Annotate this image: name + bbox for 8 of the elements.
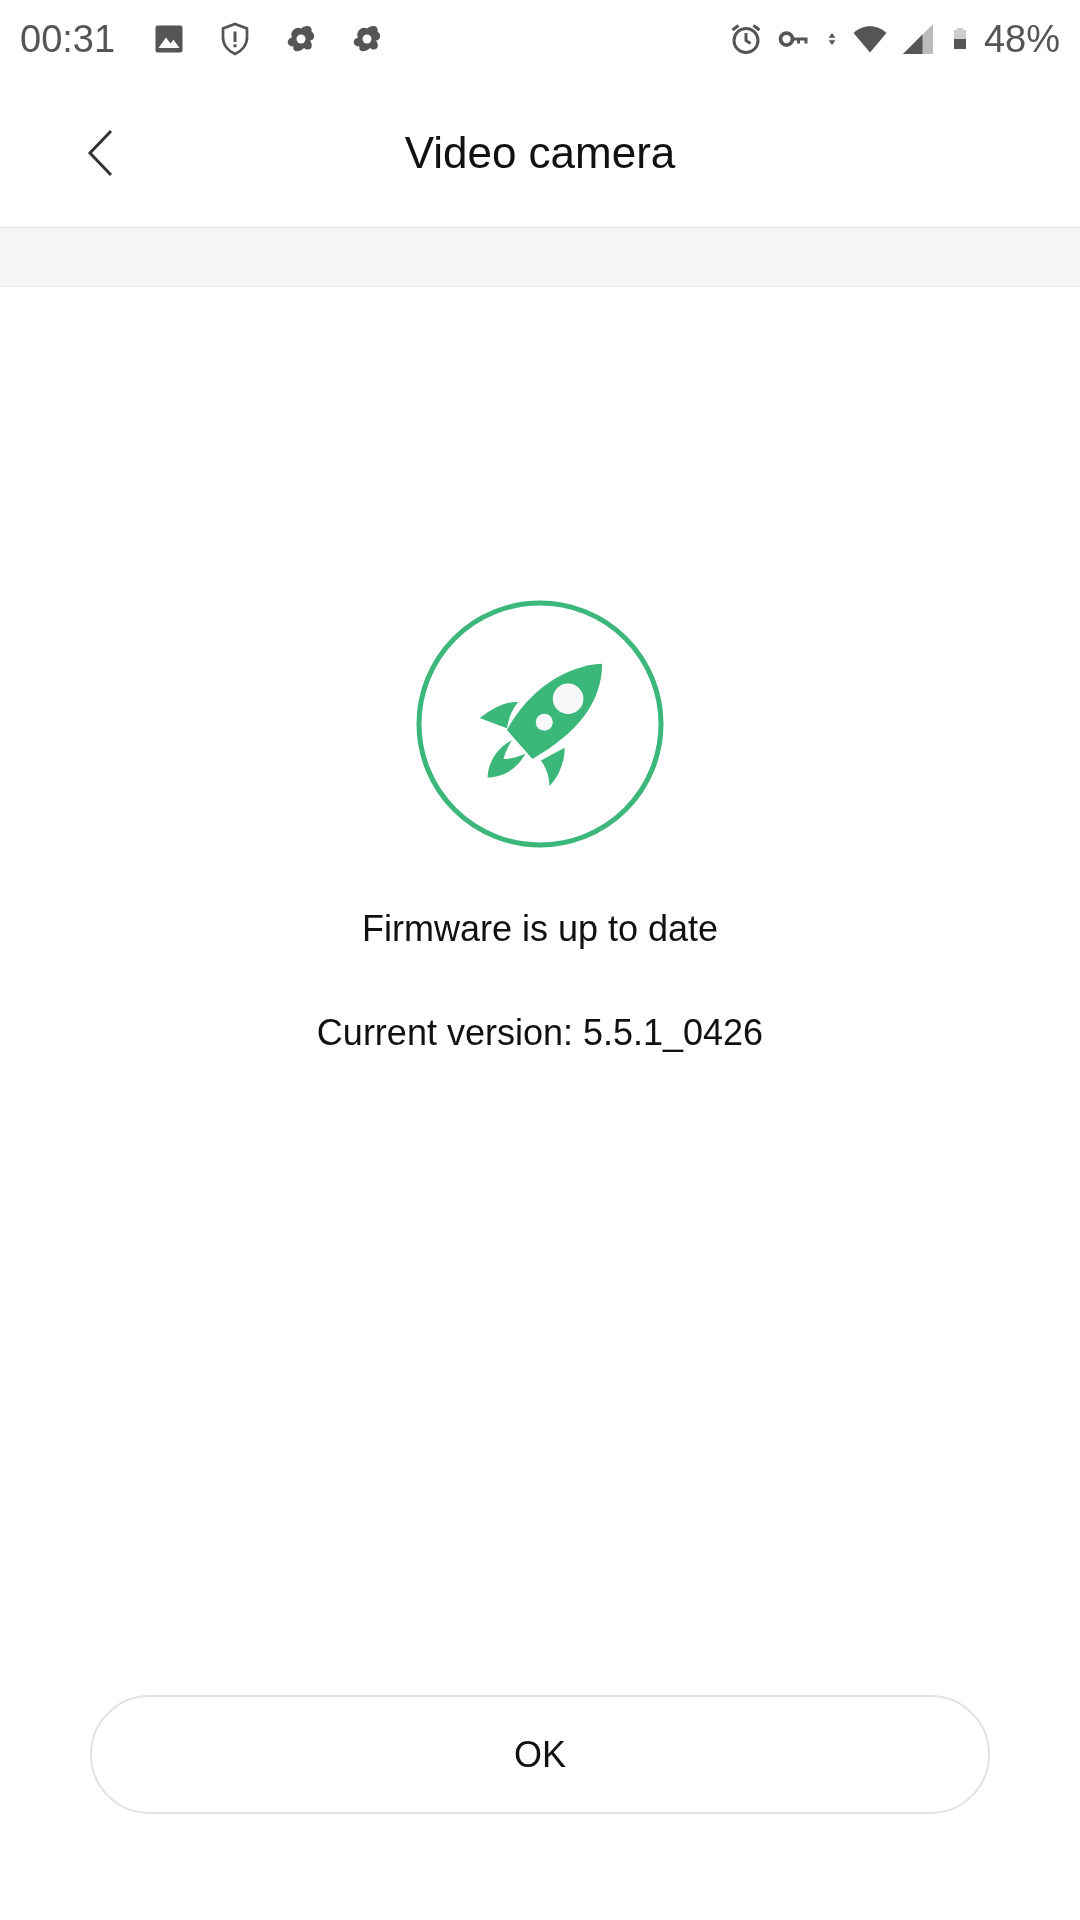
status-time: 00:31 — [20, 16, 116, 62]
screen-title: Video camera — [404, 126, 676, 179]
ok-button[interactable]: OK — [90, 1695, 990, 1814]
version-text: Current version: 5.5.1_0426 — [316, 1011, 764, 1055]
rocket-badge-icon — [416, 600, 664, 848]
back-icon — [85, 127, 115, 178]
battery-percent: 48% — [983, 16, 1060, 62]
status-message: Firmware is up to date — [361, 907, 719, 951]
